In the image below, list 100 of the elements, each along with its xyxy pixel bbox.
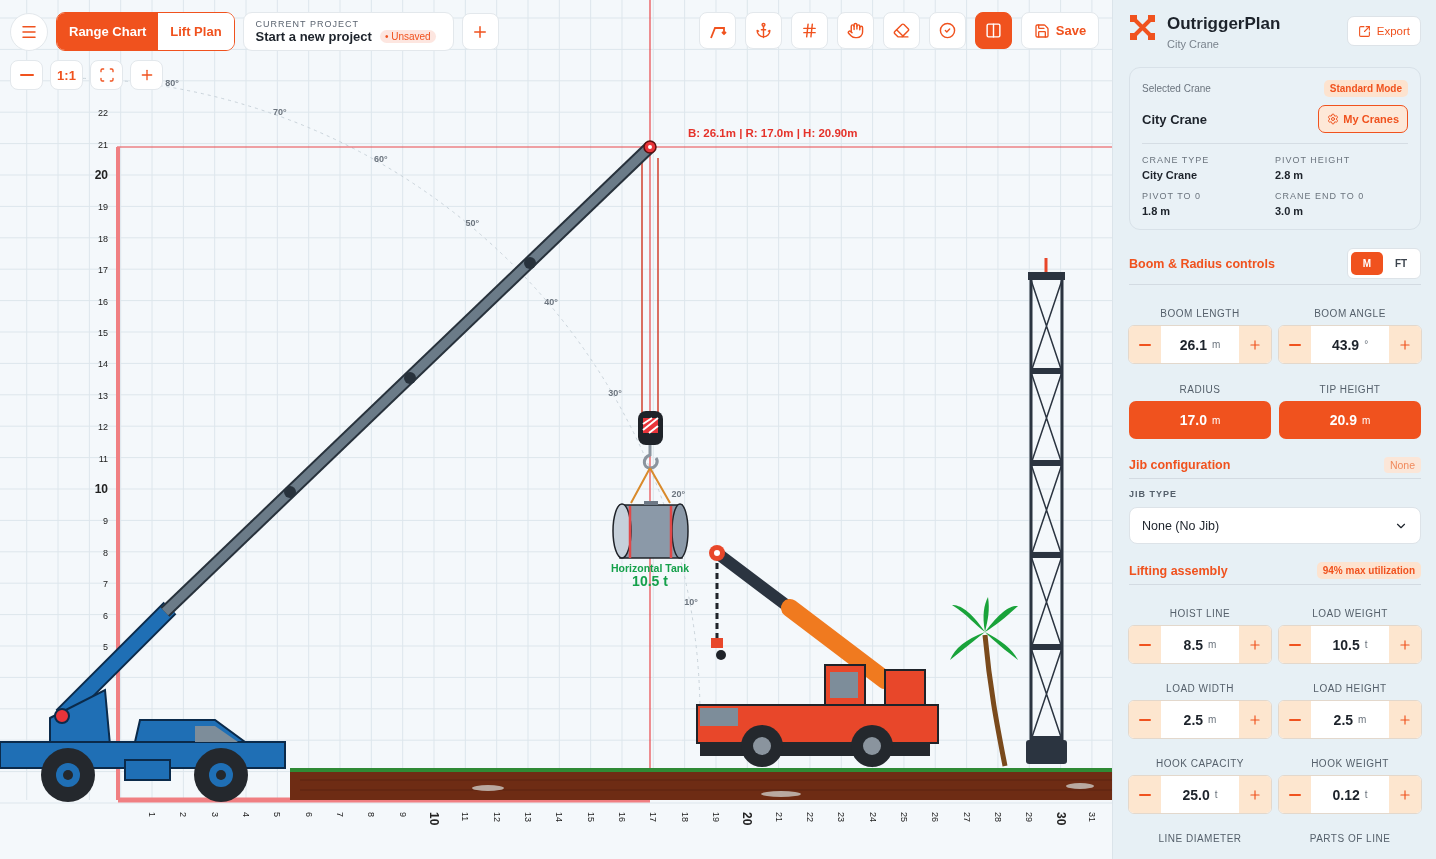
project-caption: CURRENT PROJECT <box>255 19 360 29</box>
increment-button[interactable] <box>1389 626 1421 663</box>
number-stepper[interactable]: 26.1 m <box>1128 325 1272 364</box>
field-label: BOOM LENGTH <box>1160 308 1240 319</box>
y-axis-label: 7 <box>103 579 108 590</box>
x-axis-label: 7 <box>335 812 345 817</box>
unit-option[interactable]: FT <box>1385 252 1417 275</box>
field-label: LOAD WIDTH <box>1166 683 1234 694</box>
number-stepper[interactable]: 0.12 t <box>1278 775 1422 814</box>
x-axis-label: 6 <box>303 812 314 817</box>
export-icon <box>1357 24 1371 38</box>
eraser-icon <box>893 22 910 39</box>
y-axis-label: 19 <box>98 202 108 213</box>
stepper-value: 25.0 <box>1182 786 1210 803</box>
minus-icon <box>1289 718 1301 721</box>
angle-label: 10° <box>684 596 698 607</box>
readout-value: 17.0 <box>1179 412 1207 428</box>
readout-value: 20.9 <box>1329 412 1357 428</box>
unsaved-badge: • Unsaved <box>379 30 436 43</box>
stepper-value: 2.5 <box>1333 711 1354 728</box>
increment-button[interactable] <box>1239 626 1271 663</box>
y-axis-label: 8 <box>103 547 108 558</box>
zoom-out-button[interactable] <box>10 60 43 90</box>
x-axis-label: 15 <box>585 812 596 822</box>
plus-icon <box>1398 787 1412 802</box>
plus-icon <box>1248 637 1262 652</box>
angle-label: 80° <box>165 77 179 88</box>
decrement-button[interactable] <box>1279 326 1311 363</box>
x-axis-label: 8 <box>366 812 377 817</box>
decrement-button[interactable] <box>1129 776 1161 813</box>
number-stepper[interactable]: 25.0 t <box>1128 775 1272 814</box>
y-axis-label: 6 <box>103 610 108 621</box>
unit-label: m <box>1361 414 1371 426</box>
x-axis-label: 4 <box>241 812 251 817</box>
y-axis-label: 21 <box>98 139 108 150</box>
spec-label: CRANE TYPE <box>1142 155 1211 165</box>
field-label: JIB TYPE <box>1129 489 1177 499</box>
spec-value: 1.8 m <box>1142 205 1172 217</box>
decrement-button[interactable] <box>1279 776 1311 813</box>
field-label: LOAD HEIGHT <box>1313 683 1387 694</box>
hand-icon <box>847 22 864 39</box>
number-stepper[interactable]: 2.5 m <box>1128 700 1272 739</box>
increment-button[interactable] <box>1389 776 1421 813</box>
load-weight: 10.5 t <box>632 573 668 589</box>
unit-label: m <box>1208 639 1217 650</box>
number-stepper[interactable]: 2.5 m <box>1278 700 1422 739</box>
minus-icon <box>1289 643 1301 646</box>
add-project-button[interactable] <box>461 13 499 50</box>
app-subtitle: City Crane <box>1167 38 1220 50</box>
angle-label: 20° <box>671 489 686 500</box>
boom-readout: B: 26.1m | R: 17.0m | H: 20.90m <box>688 127 858 139</box>
y-axis-label: 16 <box>98 296 108 307</box>
increment-button[interactable] <box>1239 701 1271 738</box>
x-axis-label: 17 <box>648 812 659 822</box>
number-stepper[interactable]: 8.5 m <box>1128 625 1272 664</box>
tool-button[interactable] <box>975 12 1012 49</box>
number-stepper[interactable]: 43.9 ° <box>1278 325 1422 364</box>
field-label: PARTS OF LINE <box>1309 833 1391 844</box>
increment-button[interactable] <box>1239 326 1271 363</box>
angle-label: 40° <box>544 296 558 307</box>
zoom-in-button[interactable] <box>130 60 163 90</box>
x-axis-label: 31 <box>1086 812 1097 822</box>
decrement-button[interactable] <box>1129 326 1161 363</box>
crane-name: City Crane <box>1142 111 1208 127</box>
y-axis-label: 11 <box>98 453 108 464</box>
y-axis-label: 10 <box>94 482 108 496</box>
stepper-value: 8.5 <box>1183 636 1204 653</box>
project-card[interactable]: CURRENT PROJECT Start a new project • Unsaved <box>242 12 454 51</box>
mode-tab[interactable]: Range Chart <box>57 13 159 50</box>
x-axis-label: 25 <box>898 812 909 822</box>
save-button[interactable]: Save <box>1021 12 1099 49</box>
stepper-value: 0.12 <box>1332 786 1360 803</box>
export-button[interactable]: Export <box>1346 16 1421 46</box>
decrement-button[interactable] <box>1129 626 1161 663</box>
card-caption: Selected Crane <box>1142 83 1211 94</box>
section-title: Lifting assembly <box>1129 563 1228 578</box>
spec-label: PIVOT HEIGHT <box>1275 155 1352 165</box>
decrement-button[interactable] <box>1279 626 1311 663</box>
mode-badge: Standard Mode <box>1323 80 1408 97</box>
x-axis-label: 19 <box>710 812 721 822</box>
increment-button[interactable] <box>1239 776 1271 813</box>
load-name: Horizontal Tank <box>611 562 689 574</box>
increment-button[interactable] <box>1389 326 1421 363</box>
y-axis-label: 18 <box>98 233 108 244</box>
jib-type-select[interactable]: None (No Jib) <box>1129 507 1421 544</box>
decrement-button[interactable] <box>1129 701 1161 738</box>
unit-option[interactable]: M <box>1351 252 1383 275</box>
field-label: TIP HEIGHT <box>1319 384 1381 395</box>
y-axis-label: 5 <box>103 642 108 652</box>
plus-icon <box>1248 787 1262 802</box>
actual-size-button[interactable]: 1:1 <box>50 60 83 90</box>
plus-icon <box>1398 637 1412 652</box>
decrement-button[interactable] <box>1279 701 1311 738</box>
menu-button[interactable] <box>10 12 48 51</box>
number-stepper[interactable]: 10.5 t <box>1278 625 1422 664</box>
stepper-value: 2.5 <box>1183 711 1204 728</box>
save-icon <box>1033 22 1050 39</box>
fit-view-button[interactable] <box>90 60 123 90</box>
increment-button[interactable] <box>1389 701 1421 738</box>
check-circle-icon <box>939 22 956 39</box>
